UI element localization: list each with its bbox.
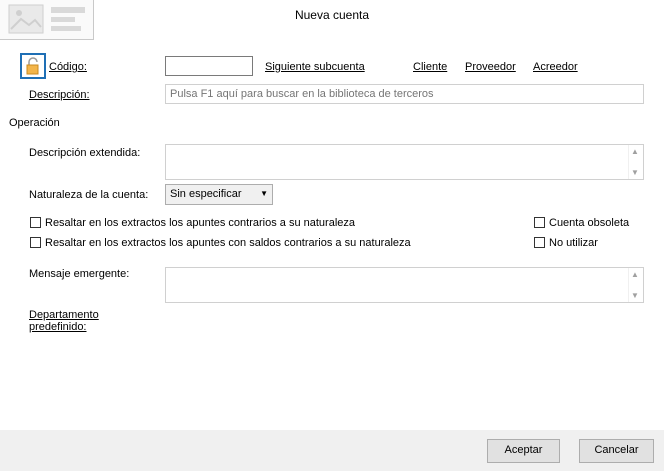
acreedor-link[interactable]: Acreedor — [533, 61, 578, 73]
scroll-up-icon[interactable]: ▲ — [631, 147, 639, 156]
cancelar-button[interactable]: Cancelar — [579, 439, 654, 463]
descripcion-extendida-label: Descripción extendida: — [29, 147, 141, 159]
cuenta-obsoleta-checkbox[interactable] — [534, 217, 545, 228]
naturaleza-selected-value: Sin especificar — [170, 188, 242, 200]
chevron-down-icon: ▼ — [260, 189, 268, 198]
scroll-down-icon[interactable]: ▼ — [631, 291, 639, 300]
mensaje-emergente-textarea[interactable]: ▲ ▼ — [165, 267, 644, 303]
codigo-input[interactable] — [165, 56, 253, 76]
descripcion-extendida-textarea[interactable]: ▲ ▼ — [165, 144, 644, 180]
resaltar-contrarios-checkbox[interactable] — [30, 217, 41, 228]
lock-toggle[interactable] — [20, 53, 46, 79]
resaltar-saldos-label: Resaltar en los extractos los apuntes co… — [45, 237, 411, 249]
departamento-label-line1[interactable]: Departamento — [29, 309, 99, 321]
lock-icon — [26, 57, 39, 75]
naturaleza-select[interactable]: Sin especificar ▼ — [165, 184, 273, 205]
operacion-section-heading: Operación — [9, 117, 60, 129]
codigo-label: Código: — [49, 61, 87, 73]
departamento-label-line2[interactable]: predefinido: — [29, 321, 87, 333]
descripcion-input[interactable] — [165, 84, 644, 104]
no-utilizar-label: No utilizar — [549, 237, 598, 249]
window-title: Nueva cuenta — [294, 8, 370, 22]
cuenta-obsoleta-label: Cuenta obsoleta — [549, 217, 630, 229]
descripcion-label: Descripción: — [29, 89, 90, 101]
siguiente-subcuenta-link[interactable]: Siguiente subcuenta — [265, 61, 365, 73]
dialog-footer: Aceptar Cancelar — [0, 430, 664, 471]
no-utilizar-checkbox[interactable] — [534, 237, 545, 248]
resaltar-contrarios-label: Resaltar en los extractos los apuntes co… — [45, 217, 355, 229]
scroll-up-icon[interactable]: ▲ — [631, 270, 639, 279]
mensaje-emergente-label: Mensaje emergente: — [29, 268, 130, 280]
scroll-down-icon[interactable]: ▼ — [631, 168, 639, 177]
cliente-link[interactable]: Cliente — [413, 61, 447, 73]
aceptar-button[interactable]: Aceptar — [487, 439, 560, 463]
resaltar-saldos-checkbox[interactable] — [30, 237, 41, 248]
naturaleza-label: Naturaleza de la cuenta: — [29, 189, 149, 201]
mensaje-emergente-scrollbar[interactable]: ▲ ▼ — [628, 268, 643, 302]
descripcion-extendida-scrollbar[interactable]: ▲ ▼ — [628, 145, 643, 179]
proveedor-link[interactable]: Proveedor — [465, 61, 516, 73]
